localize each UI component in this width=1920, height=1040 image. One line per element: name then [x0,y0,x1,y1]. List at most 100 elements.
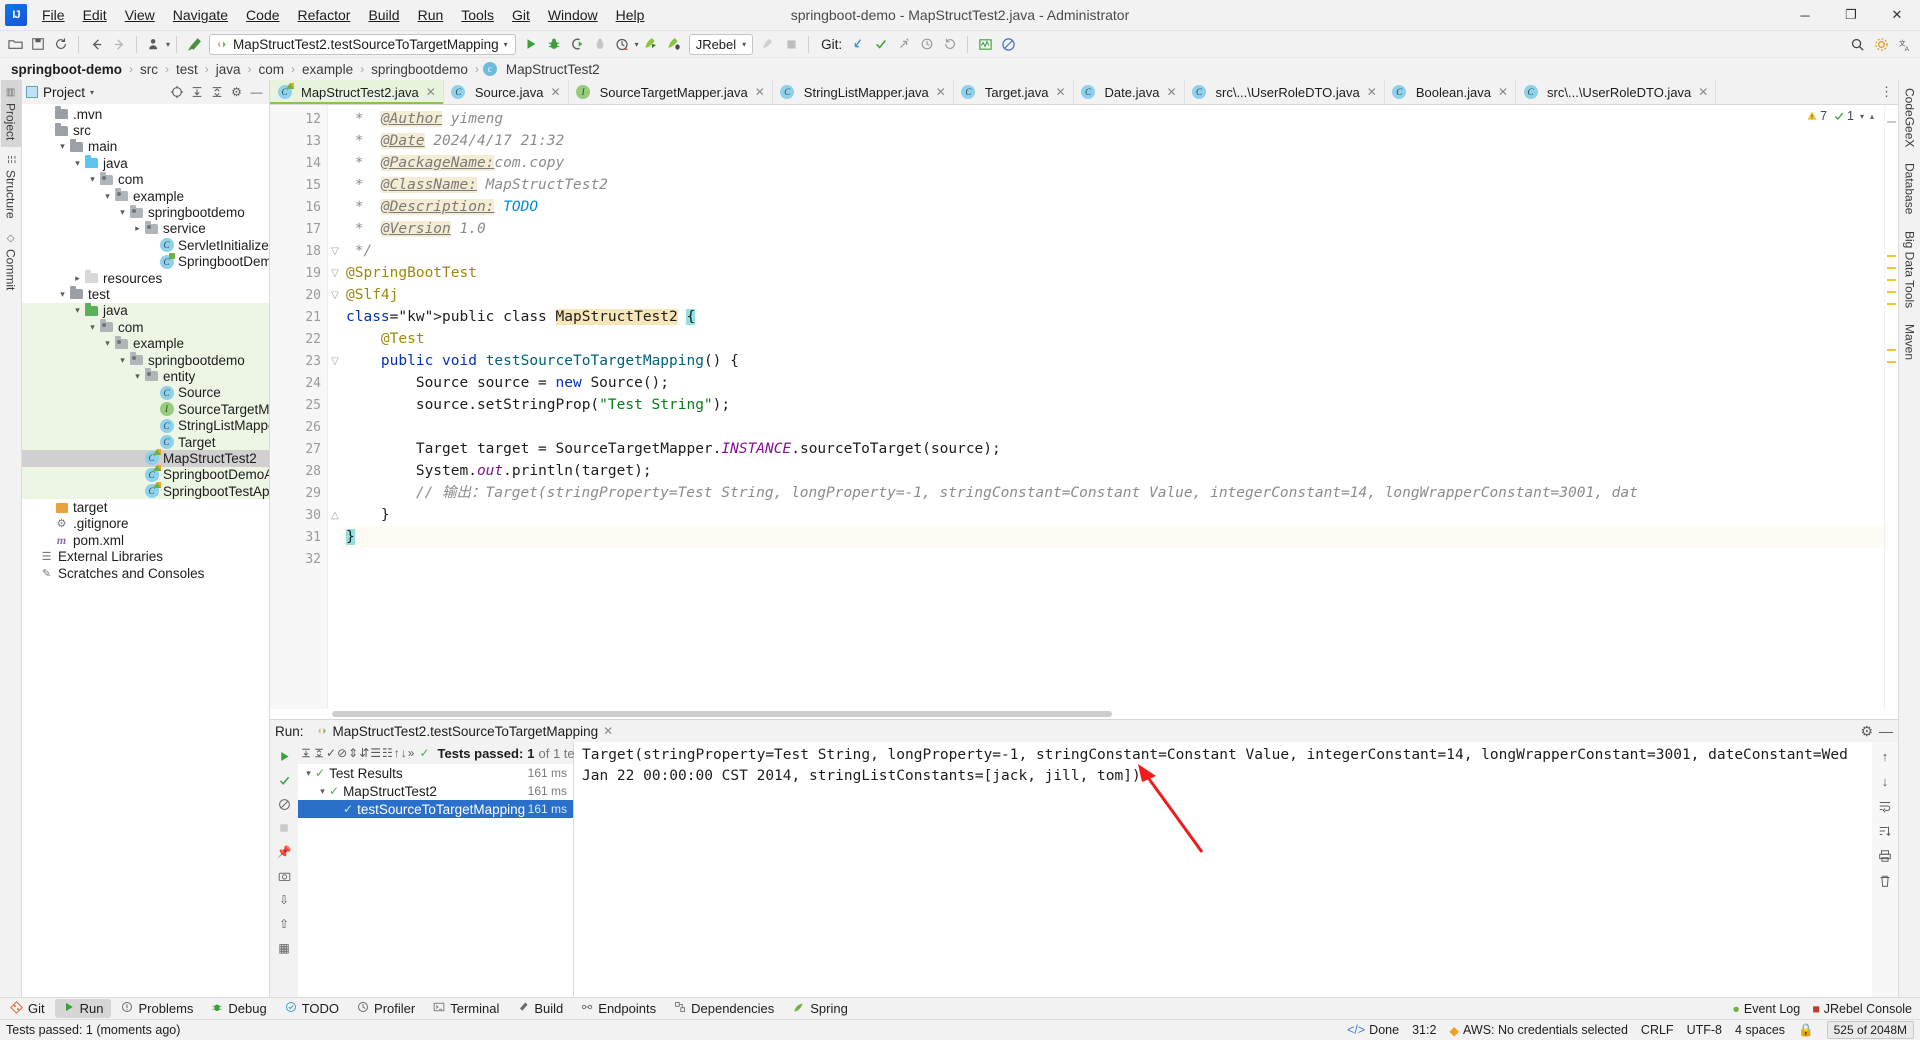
statusbar-memory[interactable]: 525 of 2048M [1827,1021,1914,1039]
toolwindow-button-endpoints[interactable]: Endpoints [573,999,664,1018]
code-line-18[interactable]: */ [342,240,1884,262]
pin-tab-icon[interactable]: 📌 [273,841,295,863]
tree-node-springbootdemo[interactable]: ▾springbootdemo [22,204,269,220]
editor-tab-4[interactable]: CTarget.java✕ [954,80,1074,104]
fold-marker-25[interactable] [328,394,342,416]
tree-disclosure-arrow[interactable]: ▸ [131,469,144,480]
test-tree-row-2[interactable]: ✓testSourceToTargetMapping161 ms [298,800,573,818]
fold-marker-20[interactable]: ▽ [328,284,342,306]
tree-disclosure-arrow[interactable]: ▸ [146,404,159,415]
rerun-icon[interactable] [273,745,295,767]
editor-tab-7[interactable]: CBoolean.java✕ [1385,80,1516,104]
code-line-29[interactable]: // 输出：Target(stringProperty=Test String,… [342,482,1884,504]
show-ignored-icon[interactable]: ⊘ [337,743,347,763]
code-line-19[interactable]: @SpringBootTest [342,262,1884,284]
sidebar-item-codegeex[interactable]: CodeGeeX [1900,80,1920,155]
gutter-line-19[interactable]: 19 [270,262,327,284]
commit-checkmark-icon[interactable] [870,33,892,55]
tree-disclosure-arrow[interactable]: ▸ [146,256,159,267]
fold-marker-13[interactable] [328,130,342,152]
inspection-chevron-down-icon[interactable]: ▾ [1860,112,1864,121]
tree-node-mapstructtest2[interactable]: ▸CMapStructTest2 [22,450,269,466]
lock-icon[interactable]: 🔒 [1798,1023,1814,1038]
save-icon[interactable] [27,33,49,55]
tree-node-scratches-and-consoles[interactable]: ▸✎Scratches and Consoles [22,565,269,581]
update-project-icon[interactable] [847,33,869,55]
tool-window-bar[interactable]: GitRunProblemsDebugTODOProfilerTerminalB… [0,997,1920,1019]
expand-all-icon[interactable] [188,84,205,101]
menu-tools[interactable]: Tools [452,3,503,27]
marker-warning-5[interactable] [1887,303,1896,305]
jrebel-console-button[interactable]: ■JRebel Console [1812,1002,1912,1016]
menu-git[interactable]: Git [503,3,539,27]
gutter-line-27[interactable]: 27 [270,438,327,460]
gutter-line-28[interactable]: 28 [270,460,327,482]
marker-warning-1[interactable] [1887,255,1896,257]
marker-warning-6[interactable] [1887,349,1896,351]
minimize-icon[interactable]: — [1879,723,1893,739]
gutter-line-16[interactable]: 16 [270,196,327,218]
collapse-all-icon[interactable] [208,84,225,101]
breadcrumb-item-java[interactable]: java [213,62,244,77]
tree-disclosure-arrow[interactable]: ▸ [41,109,54,120]
code-line-14[interactable]: * @PackageName:com.copy [342,152,1884,174]
run-with-coverage-icon[interactable] [566,33,588,55]
tree-node-stringlistmapper[interactable]: ▸CStringListMapper [22,417,269,433]
menu-run[interactable]: Run [409,3,453,27]
profiler-icon[interactable] [589,33,611,55]
sidebar-item-commit[interactable]: ◇ Commit [1,226,21,297]
tree-disclosure-arrow[interactable]: ▾ [116,207,129,218]
run-with-profiler-icon[interactable] [612,33,634,55]
tree-disclosure-arrow[interactable]: ▾ [71,305,84,316]
code-line-21[interactable]: class="kw">public class MapStructTest2 { [342,306,1884,328]
marker-caret[interactable] [1887,121,1896,123]
menu-build[interactable]: Build [359,3,408,27]
code-line-26[interactable] [342,416,1884,438]
sidebar-item-project[interactable]: ▤ Project [1,80,21,147]
tree-node-springbootdemoapplication[interactable]: ▸CSpringbootDemoApplication [22,254,269,270]
rerun-failed-tests-icon[interactable] [273,769,295,791]
close-button[interactable]: ✕ [1874,0,1920,31]
tree-disclosure-arrow[interactable]: ▸ [131,223,144,234]
inspection-chevron-up-icon[interactable]: ▴ [1870,112,1874,121]
code-line-27[interactable]: Target target = SourceTargetMapper.INSTA… [342,438,1884,460]
fold-marker-23[interactable]: ▽ [328,350,342,372]
code-line-17[interactable]: * @Version 1.0 [342,218,1884,240]
chevron-down-icon[interactable]: ▾ [504,40,508,49]
rollback-icon[interactable] [939,33,961,55]
tree-node--mvn[interactable]: ▸.mvn [22,106,269,122]
sidebar-item-maven[interactable]: Maven [1900,316,1920,368]
gutter-line-32[interactable]: 32 [270,548,327,570]
toolwindow-button-terminal[interactable]: Terminal [425,999,507,1018]
event-log-button[interactable]: ●Event Log [1732,1002,1800,1016]
editor-tab-3[interactable]: CStringListMapper.java✕ [773,80,954,104]
error-stripe-markers[interactable] [1884,105,1898,709]
fold-marker-28[interactable] [328,460,342,482]
code-line-24[interactable]: Source source = new Source(); [342,372,1884,394]
expand-all-icon[interactable]: ☰ [370,743,381,763]
marker-warning-7[interactable] [1887,361,1896,363]
tree-node-src[interactable]: ▸src [22,122,269,138]
tree-node-test[interactable]: ▾test [22,286,269,302]
no-entry-icon[interactable] [997,33,1019,55]
code-line-23[interactable]: public void testSourceToTargetMapping() … [342,350,1884,372]
gutter-line-25[interactable]: 25 [270,394,327,416]
close-icon[interactable]: ✕ [1166,85,1176,99]
fold-marker-21[interactable] [328,306,342,328]
tree-disclosure-arrow[interactable]: ▾ [116,355,129,366]
menu-window[interactable]: Window [539,3,607,27]
collapse-tests-icon[interactable] [313,743,325,763]
fold-marker-27[interactable] [328,438,342,460]
user-icon[interactable] [143,33,165,55]
breadcrumb-item-project[interactable]: springboot-demo [8,62,125,77]
code-line-20[interactable]: @Slf4j [342,284,1884,306]
tree-node-springbootdemoapplicationtests[interactable]: ▸CSpringbootDemoApplicationTests [22,467,269,483]
tree-disclosure-arrow[interactable]: ▸ [146,387,159,398]
print-icon[interactable] [1875,846,1895,866]
breadcrumb-item-class[interactable]: MapStructTest2 [503,62,603,77]
select-opened-file-icon[interactable] [168,84,185,101]
sidebar-item-database[interactable]: Database [1900,155,1920,222]
gutter-line-23[interactable]: 23 [270,350,327,372]
gutter-line-30[interactable]: 30 [270,504,327,526]
editor-horizontal-scrollbar[interactable] [270,709,1898,719]
